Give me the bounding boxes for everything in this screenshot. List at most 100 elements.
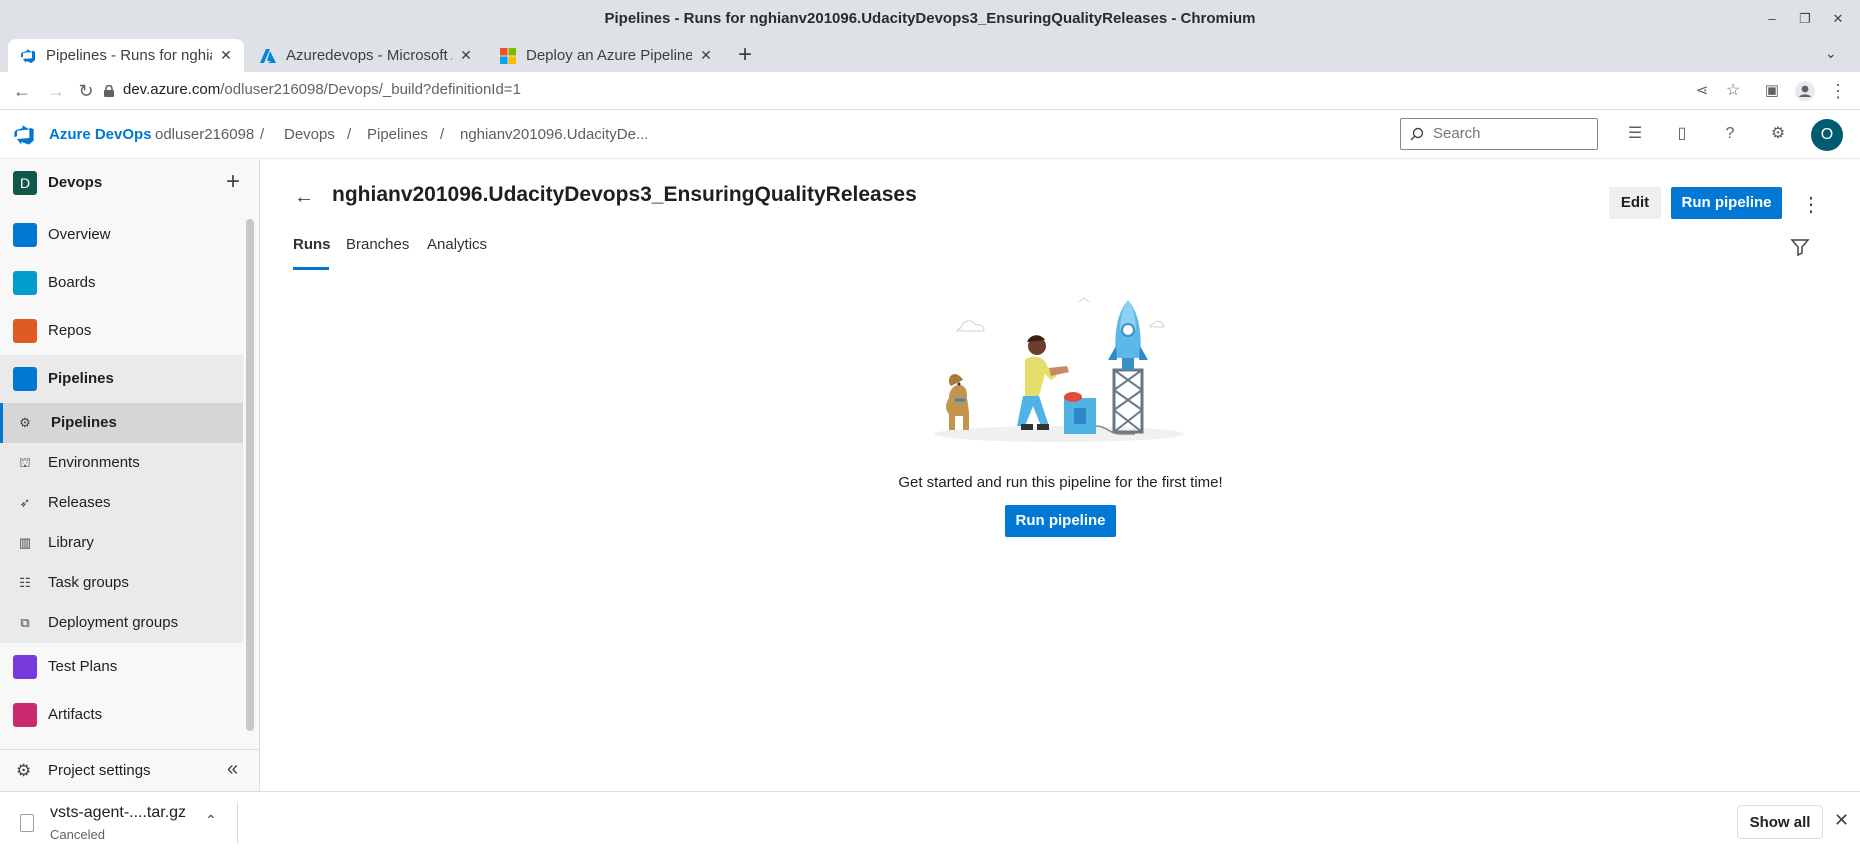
profile-icon[interactable] [1793, 79, 1817, 103]
breadcrumb-project[interactable]: Devops [284, 126, 335, 143]
bookmark-star-icon[interactable]: ☆ [1721, 79, 1745, 103]
more-actions-icon[interactable]: ⋮ [1801, 192, 1821, 217]
overview-icon [13, 223, 37, 247]
brand-link[interactable]: Azure DevOps [49, 126, 152, 143]
sidebar-item-pipelines[interactable]: Pipelines [0, 355, 243, 403]
project-header[interactable]: D Devops + [0, 159, 260, 207]
sidebar-item-label: Repos [48, 322, 92, 339]
download-file-name[interactable]: vsts-agent-....tar.gz [50, 804, 186, 822]
divider [237, 802, 238, 844]
window-title: Pipelines - Runs for nghianv201096.Udaci… [604, 10, 1256, 27]
microsoft-icon [500, 47, 516, 64]
close-window-icon[interactable]: ✕ [1828, 9, 1848, 29]
side-panel-icon[interactable]: ▣ [1760, 79, 1784, 103]
sidebar-item-boards[interactable]: Boards [0, 259, 243, 307]
breadcrumb-pipeline[interactable]: nghianv201096.UdacityDe... [460, 126, 648, 143]
sidebar-subitem-label: Task groups [48, 574, 129, 591]
sidebar-subitem-label: Environments [48, 454, 140, 471]
add-icon[interactable]: + [226, 170, 240, 194]
url-host: dev.azure.com [123, 81, 221, 98]
search-box[interactable] [1400, 118, 1598, 150]
chevron-up-icon[interactable]: ⌃ [205, 812, 217, 829]
ado-header: Azure DevOps odluser216098 / Devops / Pi… [0, 111, 1860, 159]
breadcrumb-organization[interactable]: odluser216098 [155, 126, 254, 143]
address-bar[interactable]: dev.azure.com/odluser216098/Devops/_buil… [123, 81, 521, 98]
settings-list-icon[interactable]: ☰ [1624, 123, 1646, 145]
tab-runs[interactable]: Runs [293, 236, 331, 253]
sidebar-item-artifacts[interactable]: Artifacts [0, 691, 243, 739]
close-tab-icon[interactable]: ✕ [458, 47, 474, 64]
browser-menu-icon[interactable]: ⋮ [1826, 79, 1850, 103]
sidebar-subitem-label: Pipelines [51, 414, 117, 431]
environments-icon: ⛫ [19, 455, 31, 470]
tab-search-chevron-icon[interactable]: ⌄ [1825, 45, 1837, 62]
pipeline-sub-icon: ⚙ [19, 415, 31, 430]
boards-icon [13, 271, 37, 295]
search-icon [1410, 127, 1424, 141]
page-title: nghianv201096.UdacityDevops3_EnsuringQua… [332, 183, 917, 206]
sidebar-subitem-environments[interactable]: ⛫ Environments [0, 443, 243, 483]
close-tab-icon[interactable]: ✕ [218, 47, 234, 64]
filter-icon[interactable] [1789, 236, 1811, 258]
breadcrumb-pipelines[interactable]: Pipelines [367, 126, 428, 143]
browser-tab-pipelines[interactable]: Pipelines - Runs for nghia ✕ [8, 39, 244, 72]
sidebar-subitem-pipelines[interactable]: ⚙ Pipelines [0, 403, 243, 443]
avatar[interactable]: O [1811, 119, 1843, 151]
sidebar-item-label: Test Plans [48, 658, 118, 675]
downloads-bar: vsts-agent-....tar.gz Canceled ⌃ Show al… [0, 791, 1860, 853]
share-icon[interactable]: ⋖ [1690, 79, 1714, 103]
browser-tab-strip: Pipelines - Runs for nghia ✕ Azuredevops… [0, 37, 1860, 72]
reload-icon[interactable]: ↻ [74, 79, 98, 103]
project-settings-label: Project settings [48, 762, 151, 779]
marketplace-bag-icon[interactable]: ▯ [1671, 123, 1693, 145]
edit-button[interactable]: Edit [1609, 187, 1661, 219]
window-title-bar: Pipelines - Runs for nghianv201096.Udaci… [0, 0, 1860, 37]
project-settings[interactable]: ⚙ Project settings « [0, 749, 260, 791]
releases-icon: ➶ [19, 495, 31, 510]
gear-icon: ⚙ [16, 761, 32, 780]
sidebar-item-test-plans[interactable]: Test Plans [0, 643, 243, 691]
sidebar-item-label: Artifacts [48, 706, 103, 723]
tab-analytics[interactable]: Analytics [427, 236, 487, 253]
project-badge: D [13, 171, 37, 195]
user-settings-icon[interactable]: ⚙ [1767, 123, 1789, 145]
tab-branches[interactable]: Branches [346, 236, 409, 253]
project-name[interactable]: Devops [48, 174, 102, 191]
forward-icon[interactable]: → [44, 79, 68, 103]
browser-tab-deploy[interactable]: Deploy an Azure Pipelines ✕ [488, 39, 724, 72]
restore-icon[interactable]: ❐ [1795, 9, 1815, 29]
close-downloads-icon[interactable]: ✕ [1834, 810, 1849, 831]
breadcrumb-separator: / [440, 126, 445, 143]
empty-state-message: Get started and run this pipeline for th… [898, 474, 1223, 491]
lock-icon[interactable] [104, 84, 114, 97]
back-icon[interactable]: ← [10, 79, 34, 103]
azure-devops-logo-icon[interactable] [13, 124, 35, 146]
sidebar-subitem-releases[interactable]: ➶ Releases [0, 483, 243, 523]
show-all-button[interactable]: Show all [1737, 805, 1823, 839]
browser-tab-azuredevops[interactable]: Azuredevops - Microsoft A ✕ [248, 39, 484, 72]
sidebar-item-repos[interactable]: Repos [0, 307, 243, 355]
back-arrow-icon[interactable]: ← [294, 186, 314, 209]
help-icon[interactable]: ? [1719, 123, 1741, 145]
new-tab-icon[interactable]: + [738, 41, 752, 69]
run-pipeline-button[interactable]: Run pipeline [1671, 187, 1782, 219]
tab-label: Pipelines - Runs for nghia [46, 47, 212, 64]
collapse-sidebar-icon[interactable]: « [227, 758, 238, 781]
sidebar-item-overview[interactable]: Overview [0, 211, 243, 259]
search-input[interactable] [1433, 125, 1583, 142]
run-pipeline-empty-button[interactable]: Run pipeline [1005, 505, 1116, 537]
sidebar-subitem-task-groups[interactable]: ☷ Task groups [0, 563, 243, 603]
sidebar: D Devops + Overview Boards Repos Pipelin… [0, 159, 260, 791]
sidebar-subitem-deployment-groups[interactable]: ⧉ Deployment groups [0, 603, 243, 643]
sidebar-subitem-library[interactable]: ▥ Library [0, 523, 243, 563]
close-tab-icon[interactable]: ✕ [698, 47, 714, 64]
sidebar-item-label: Pipelines [48, 370, 114, 387]
test-plans-icon [13, 655, 37, 679]
empty-state-illustration [934, 297, 1184, 442]
breadcrumb-separator: / [347, 126, 352, 143]
pipelines-icon [13, 367, 37, 391]
sidebar-subitem-label: Releases [48, 494, 111, 511]
sidebar-scrollbar[interactable] [246, 219, 254, 731]
sidebar-subitem-label: Deployment groups [48, 614, 179, 631]
minimize-icon[interactable]: – [1762, 9, 1782, 29]
